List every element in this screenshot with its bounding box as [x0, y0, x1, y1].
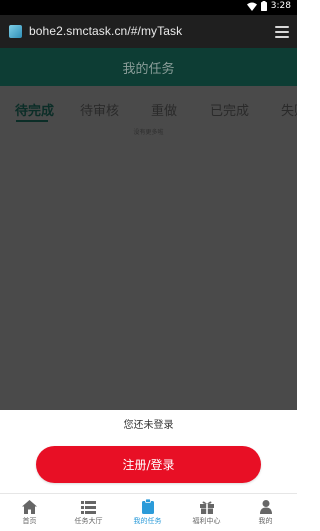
- browser-menu-icon[interactable]: [275, 26, 289, 38]
- nav-item-task-hall[interactable]: 任务大厅: [59, 497, 118, 526]
- tab-reviewing[interactable]: 待审核: [80, 100, 119, 119]
- nav-item-welfare[interactable]: 福利中心: [177, 497, 236, 526]
- status-time: 3:28: [270, 1, 291, 11]
- user-icon: [259, 500, 272, 514]
- nav-label-welfare: 福利中心: [192, 517, 221, 525]
- task-tabs: 待完成 待审核 重做 已完成 失败: [0, 86, 297, 124]
- status-icons: 3:28: [246, 1, 291, 11]
- login-prompt: 您还未登录: [123, 420, 174, 431]
- task-list-area: 没有更多啦: [0, 124, 297, 410]
- url-text[interactable]: bohe2.smctask.cn/#/myTask: [29, 24, 182, 38]
- bottom-nav: 首页 任务大厅 我的任务 福利中心 我的: [0, 493, 297, 531]
- login-sheet: 您还未登录 注册/登录: [0, 410, 297, 493]
- clipboard-icon: [141, 499, 154, 514]
- nav-item-home[interactable]: 首页: [0, 497, 59, 526]
- tab-failed[interactable]: 失败: [281, 100, 297, 119]
- nav-label-my-tasks: 我的任务: [133, 517, 162, 525]
- home-icon: [22, 500, 37, 514]
- gift-icon: [199, 501, 214, 514]
- wifi-icon: [246, 2, 257, 11]
- battery-icon: [260, 1, 267, 11]
- nav-item-my-tasks[interactable]: 我的任务: [118, 497, 177, 526]
- tab-completed[interactable]: 已完成: [210, 100, 249, 119]
- nav-label-me: 我的: [258, 517, 273, 525]
- list-icon: [81, 501, 96, 514]
- list-empty-text: 没有更多啦: [133, 129, 164, 136]
- nav-label-task-hall: 任务大厅: [74, 517, 103, 525]
- page-title: 我的任务: [0, 48, 297, 86]
- site-favicon-icon: [9, 25, 22, 38]
- tab-redo[interactable]: 重做: [151, 100, 177, 119]
- nav-label-home: 首页: [22, 517, 37, 525]
- register-login-button[interactable]: 注册/登录: [36, 446, 261, 483]
- nav-item-me[interactable]: 我的: [236, 497, 295, 526]
- active-tab-indicator: [16, 120, 48, 122]
- browser-address-bar[interactable]: bohe2.smctask.cn/#/myTask: [0, 15, 297, 48]
- status-bar: 3:28: [0, 0, 297, 15]
- tab-pending[interactable]: 待完成: [15, 100, 54, 119]
